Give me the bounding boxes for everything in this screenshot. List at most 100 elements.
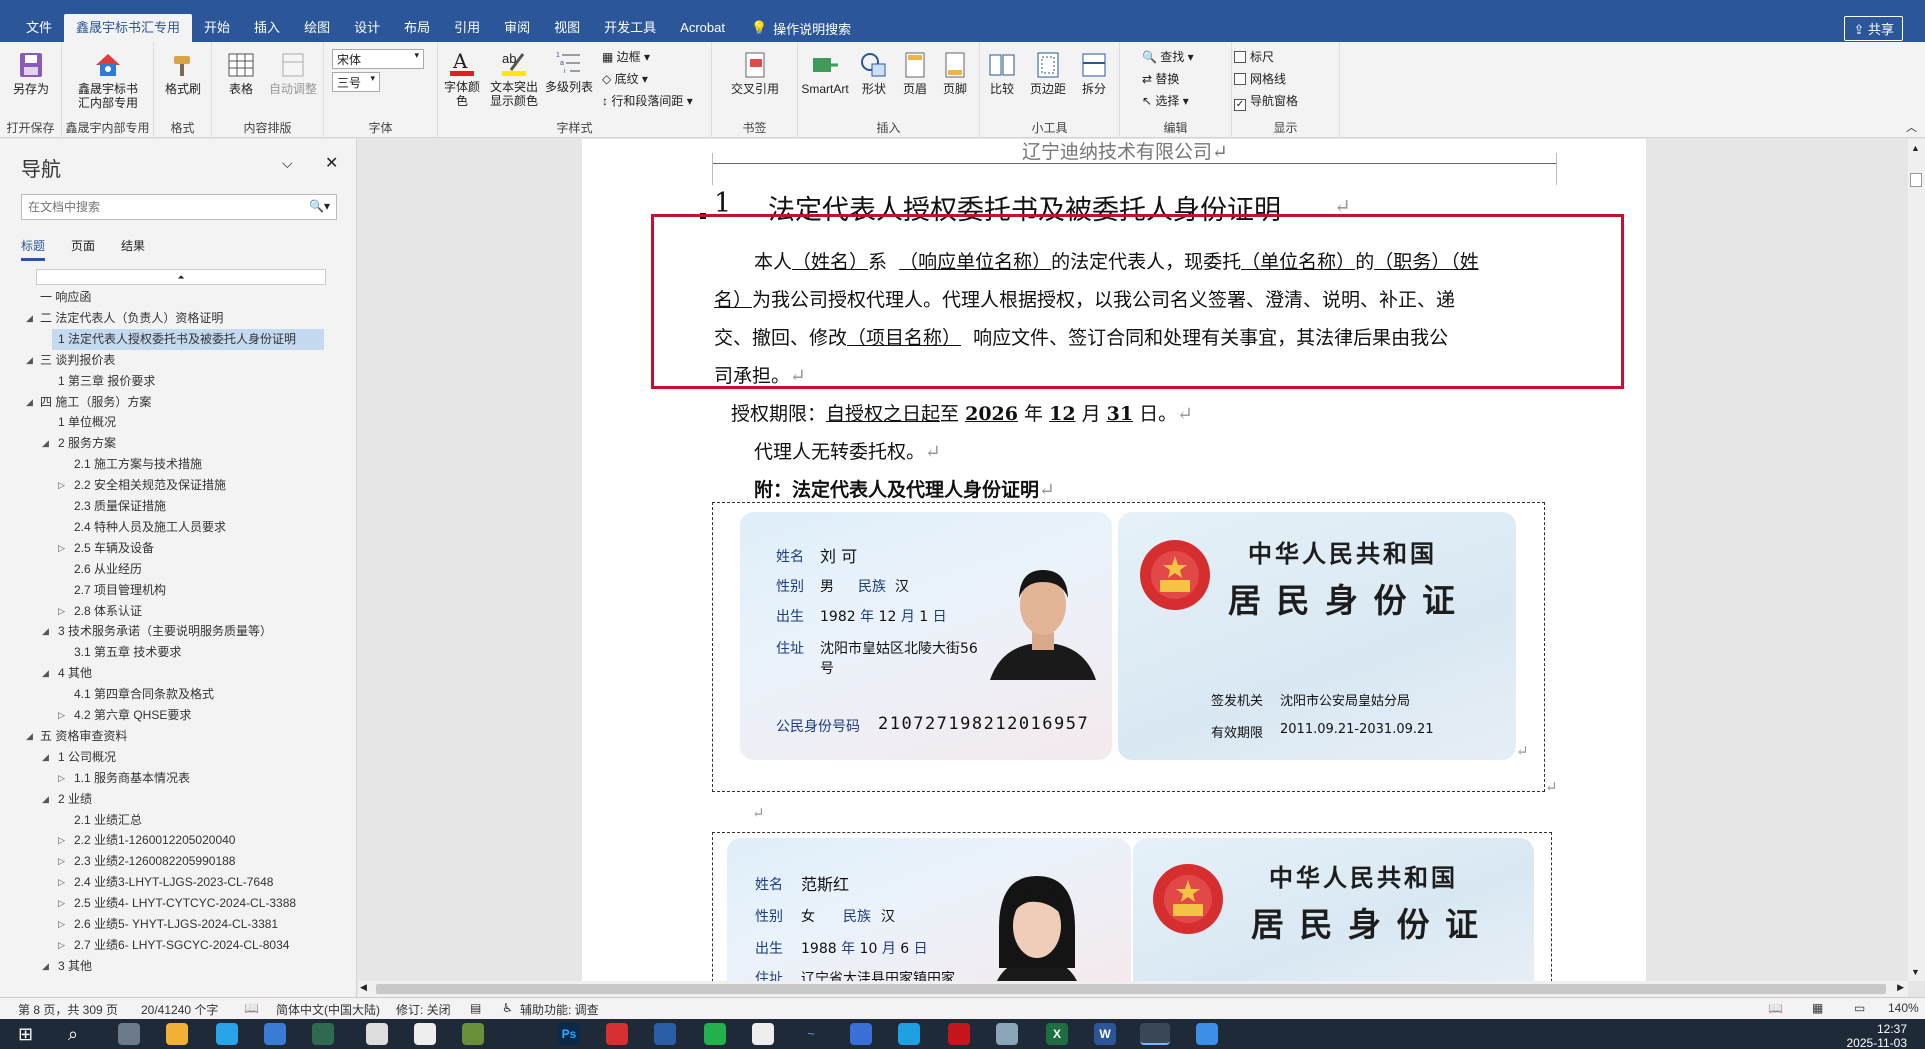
read-mode-icon[interactable]: 📖 [1768,1001,1783,1015]
ruler-checkbox[interactable]: 标尺 [1234,48,1274,65]
nav-pane-checkbox[interactable]: ✓ 导航窗格 [1234,92,1298,111]
expand-caret-icon[interactable]: ◢ [26,397,33,408]
expand-caret-icon[interactable]: ◢ [26,731,33,742]
document-icon[interactable] [414,1023,436,1045]
collapse-ribbon-icon[interactable]: ︿ [1906,119,1917,135]
margins-button[interactable]: 页边距 [1024,50,1072,96]
nav-heading-item[interactable]: 2.7 业绩6- LHYT-SGCYC-2024-CL-8034 [74,935,289,956]
nav-heading-item[interactable]: 2.5 车辆及设备 [74,538,154,559]
nav-heading-item[interactable]: 1 第三章 报价要求 [58,371,155,392]
status-page[interactable]: 第 8 页，共 309 页 [18,1001,118,1018]
save-as-button[interactable]: 另存为 [8,50,54,96]
border-button[interactable]: ▦ 边框 ▾ [602,48,650,65]
excel-icon[interactable]: X [1046,1023,1068,1045]
compare-button[interactable]: 比较 [982,50,1022,96]
app-icon[interactable] [1196,1023,1218,1045]
scroll-up-icon[interactable]: ▲ [1911,143,1920,153]
autofit-button[interactable]: 自动调整 [268,50,318,96]
nav-heading-item[interactable]: 1 法定代表人授权委托书及被委托人身份证明 [58,329,296,350]
split-button[interactable]: 拆分 [1074,50,1114,96]
find-button[interactable]: 🔍 查找 ▾ [1142,48,1194,65]
app-icon[interactable] [850,1023,872,1045]
collapsed-caret-icon[interactable]: ▷ [58,877,65,888]
proofing-icon[interactable]: 📖 [244,1001,259,1015]
expand-caret-icon[interactable]: ◢ [42,668,49,679]
nav-heading-item[interactable]: 2.6 业绩5- YHYT-LJGS-2024-CL-3381 [74,914,278,935]
nav-heading-item[interactable]: 2.4 特种人员及施工人员要求 [74,517,226,538]
expand-caret-icon[interactable]: ◢ [26,355,33,366]
qq-icon[interactable] [752,1023,774,1045]
edge-icon[interactable] [898,1023,920,1045]
expand-caret-icon[interactable]: ◢ [26,313,33,324]
nav-heading-item[interactable]: 3 技术服务承诺（主要说明服务质量等） [58,621,272,642]
shading-button[interactable]: ◇ 底纹 ▾ [602,70,648,87]
footer-button[interactable]: 页脚 [936,50,974,96]
nav-heading-item[interactable]: 1 公司概况 [58,747,116,768]
collapsed-caret-icon[interactable]: ▷ [58,856,65,867]
nav-heading-item[interactable]: 3.1 第五章 技术要求 [74,642,181,663]
app-icon[interactable] [366,1023,388,1045]
tab-review[interactable]: 审阅 [492,14,542,42]
tab-view[interactable]: 视图 [542,14,592,42]
app-icon[interactable] [462,1023,484,1045]
active-app-icon[interactable] [1140,1023,1170,1045]
scroll-left-icon[interactable]: ◀ [360,982,367,993]
photoshop-icon[interactable]: Ps [558,1023,580,1045]
macro-icon[interactable]: ▤ [470,1001,481,1015]
nav-heading-item[interactable]: 2.6 从业经历 [74,559,142,580]
collapsed-caret-icon[interactable]: ▷ [58,898,65,909]
collapsed-caret-icon[interactable]: ▷ [58,773,65,784]
format-painter-button[interactable]: 格式刷 [160,50,206,96]
tab-insert[interactable]: 插入 [242,14,292,42]
tab-developer[interactable]: 开发工具 [592,14,668,42]
vertical-scrollbar[interactable]: ▲ ▼ [1908,139,1925,981]
hscroll-thumb[interactable] [376,984,1886,994]
nav-heading-item[interactable]: 4.2 第六章 QHSE要求 [74,705,191,726]
nav-heading-item[interactable]: 五 资格审查资料 [40,726,127,747]
app-icon[interactable] [654,1023,676,1045]
print-layout-icon[interactable]: ▦ [1812,1001,1823,1015]
word-icon[interactable]: W [1094,1023,1116,1045]
replace-button[interactable]: ⇄ 替换 [1142,70,1179,87]
tab-xsy[interactable]: 鑫晟宇标书汇专用 [64,14,193,42]
nav-heading-item[interactable]: 4 其他 [58,663,92,684]
nav-heading-item[interactable]: 2.5 业绩4- LHYT-CYTCYC-2024-CL-3388 [74,893,296,914]
nav-heading-item[interactable]: 2.7 项目管理机构 [74,580,166,601]
table-button[interactable]: 表格 [218,50,264,96]
status-accessibility[interactable]: 辅助功能: 调查 [520,1001,599,1018]
scroll-down-icon[interactable]: ▼ [1911,967,1920,977]
collapsed-caret-icon[interactable]: ▷ [58,940,65,951]
nav-heading-item[interactable]: 2.4 业绩3-LHYT-LJGS-2023-CL-7648 [74,872,273,893]
nav-heading-item[interactable]: 2.1 施工方案与技术措施 [74,454,202,475]
tab-file[interactable]: 文件 [14,14,64,42]
nav-heading-item[interactable]: 4.1 第四章合同条款及格式 [74,684,214,705]
gridlines-checkbox[interactable]: 网格线 [1234,70,1286,87]
collapsed-caret-icon[interactable]: ▷ [58,606,65,617]
tab-references[interactable]: 引用 [442,14,492,42]
expand-caret-icon[interactable]: ◢ [42,961,49,972]
nav-tab-results[interactable]: 结果 [121,237,145,261]
tab-draw[interactable]: 绘图 [292,14,342,42]
nav-heading-item[interactable]: 三 谈判报价表 [40,350,115,371]
share-button[interactable]: ⇪ 共享 [1844,16,1903,41]
collapsed-caret-icon[interactable]: ▷ [58,480,65,491]
nav-heading-item[interactable]: 2.1 业绩汇总 [74,810,142,831]
app-icon[interactable] [996,1023,1018,1045]
nav-heading-item[interactable]: 2.8 体系认证 [74,601,142,622]
expand-caret-icon[interactable]: ◢ [42,626,49,637]
collapse-all-bar[interactable]: ⏶ [36,269,326,285]
line-spacing-button[interactable]: ↕ 行和段落间距 ▾ [602,92,693,109]
tab-design[interactable]: 设计 [342,14,392,42]
nav-heading-item[interactable]: 四 施工（服务）方案 [40,392,151,413]
app-icon[interactable] [312,1023,334,1045]
collapsed-caret-icon[interactable]: ▷ [58,835,65,846]
app-icon[interactable]: ~ [800,1023,822,1045]
acrobat-icon[interactable] [948,1023,970,1045]
nav-heading-item[interactable]: 2.3 质量保证措施 [74,496,166,517]
status-track-changes[interactable]: 修订: 关闭 [396,1001,451,1018]
system-clock[interactable]: 12:37 2025-11-03 [1847,1022,1908,1049]
accessibility-icon[interactable]: ♿ [502,1001,513,1015]
horizontal-scrollbar[interactable]: ◀ ▶ [358,981,1908,997]
smartart-button[interactable]: SmartArt [798,50,852,96]
expand-caret-icon[interactable]: ◢ [42,794,49,805]
